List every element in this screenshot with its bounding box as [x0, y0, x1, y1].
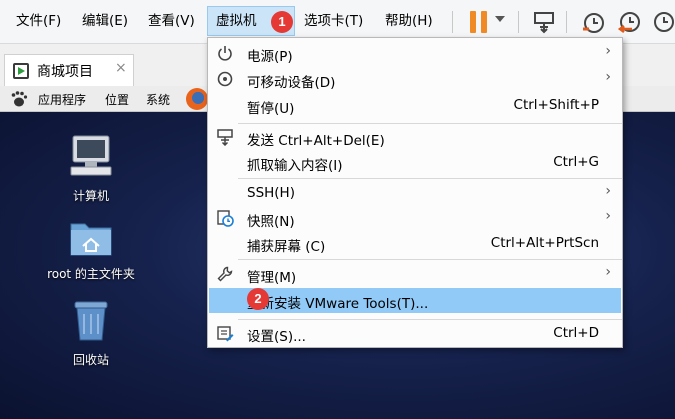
menu-help[interactable]: 帮助(H) — [377, 6, 441, 36]
chevron-right-icon: › — [605, 208, 611, 224]
panel-system[interactable]: 系统 — [146, 91, 170, 108]
footprint-icon — [11, 91, 28, 107]
menu-item-pause[interactable]: 暂停(U) Ctrl+Shift+P — [209, 93, 621, 118]
power-icon — [218, 46, 232, 61]
tab-shop-project[interactable]: 商城项目 × — [4, 54, 134, 86]
desktop-icon-label: root 的主文件夹 — [47, 267, 135, 281]
menu-item-label: 管理(M) — [247, 270, 297, 286]
snapshot-icon[interactable] — [580, 9, 606, 35]
menu-item-shortcut: Ctrl+D — [553, 325, 599, 341]
menu-item-shortcut: Ctrl+G — [553, 154, 599, 170]
step-badge-1: 1 — [271, 11, 293, 33]
menu-item-capture-screen[interactable]: 捕获屏幕 (C) Ctrl+Alt+PrtScn — [209, 231, 621, 256]
menu-item-label: 电源(P) — [247, 49, 293, 65]
pause-icon[interactable] — [468, 11, 490, 33]
menu-item-send-ctrl-alt-del[interactable]: 发送 Ctrl+Alt+Del(E) — [209, 125, 621, 150]
send-keys-icon — [217, 129, 233, 146]
menu-file[interactable]: 文件(F) — [8, 6, 69, 36]
toolbar-separator — [566, 11, 567, 33]
home-folder-icon — [70, 223, 112, 256]
send-ctrl-alt-del-icon[interactable] — [531, 9, 557, 35]
snapshot-manager-icon[interactable] — [650, 9, 675, 35]
menu-view[interactable]: 查看(V) — [140, 6, 203, 36]
menu-item-manage[interactable]: 管理(M) › — [209, 262, 621, 287]
menu-separator — [238, 259, 622, 260]
snapshot-icon — [217, 210, 234, 227]
menu-separator — [238, 123, 622, 124]
menu-edit[interactable]: 编辑(E) — [74, 6, 136, 36]
menu-item-label: 捕获屏幕 (C) — [247, 239, 326, 255]
chevron-down-icon[interactable] — [495, 16, 505, 22]
menu-item-label: 设置(S)... — [247, 329, 306, 345]
computer-icon — [70, 135, 112, 176]
settings-icon — [217, 326, 234, 342]
menu-item-shortcut: Ctrl+Shift+P — [513, 97, 599, 113]
desktop-icon-label: 回收站 — [72, 353, 109, 367]
menu-item-settings[interactable]: 设置(S)... Ctrl+D — [209, 321, 621, 346]
vm-context-menu: 电源(P) › 可移动设备(D) › 暂停(U) Ctrl+Shift+P 发送… — [207, 37, 623, 348]
menu-tabs[interactable]: 选项卡(T) — [296, 6, 371, 36]
revert-snapshot-icon[interactable] — [616, 9, 642, 35]
vm-play-icon — [13, 63, 29, 79]
menu-item-removable-devices[interactable]: 可移动设备(D) › — [209, 67, 621, 92]
menu-separator — [238, 178, 622, 179]
panel-applications[interactable]: 应用程序 — [38, 91, 86, 108]
menu-item-label: 发送 Ctrl+Alt+Del(E) — [247, 133, 385, 149]
menu-item-ssh[interactable]: SSH(H) › — [209, 181, 621, 206]
wrench-icon — [217, 266, 233, 282]
close-icon[interactable]: × — [115, 60, 127, 76]
toolbar-separator — [452, 11, 453, 33]
firefox-icon[interactable] — [186, 88, 208, 110]
menu-item-label: 重新安装 VMware Tools(T)... — [247, 296, 429, 312]
chevron-right-icon: › — [605, 43, 611, 59]
chevron-right-icon: › — [605, 183, 611, 199]
chevron-right-icon: › — [605, 69, 611, 85]
trash-icon — [74, 301, 108, 341]
step-badge-2: 2 — [247, 288, 269, 310]
menu-item-reinstall-vmware-tools[interactable]: 重新安装 VMware Tools(T)... — [209, 288, 621, 313]
panel-places[interactable]: 位置 — [105, 91, 129, 108]
menu-item-shortcut: Ctrl+Alt+PrtScn — [490, 235, 599, 251]
tab-label: 商城项目 — [37, 64, 93, 80]
desktop-icon-computer[interactable]: 计算机 — [55, 132, 127, 204]
removable-devices-icon — [217, 71, 233, 87]
desktop-icon-label: 计算机 — [72, 189, 109, 203]
menu-item-label: 快照(N) — [247, 214, 295, 230]
desktop-icon-home-folder[interactable]: root 的主文件夹 — [36, 216, 146, 282]
chevron-right-icon: › — [605, 264, 611, 280]
menu-separator — [238, 319, 622, 320]
toolbar-separator — [518, 11, 519, 33]
menu-item-label: 抓取输入内容(I) — [247, 158, 343, 174]
menu-item-power[interactable]: 电源(P) › — [209, 41, 621, 66]
menu-item-grab-input[interactable]: 抓取输入内容(I) Ctrl+G — [209, 150, 621, 175]
menu-item-label: 暂停(U) — [247, 101, 295, 117]
menu-item-label: SSH(H) — [247, 185, 295, 201]
menu-item-snapshot[interactable]: 快照(N) › — [209, 206, 621, 231]
desktop-icon-trash[interactable]: 回收站 — [55, 298, 127, 368]
menu-item-label: 可移动设备(D) — [247, 75, 336, 91]
